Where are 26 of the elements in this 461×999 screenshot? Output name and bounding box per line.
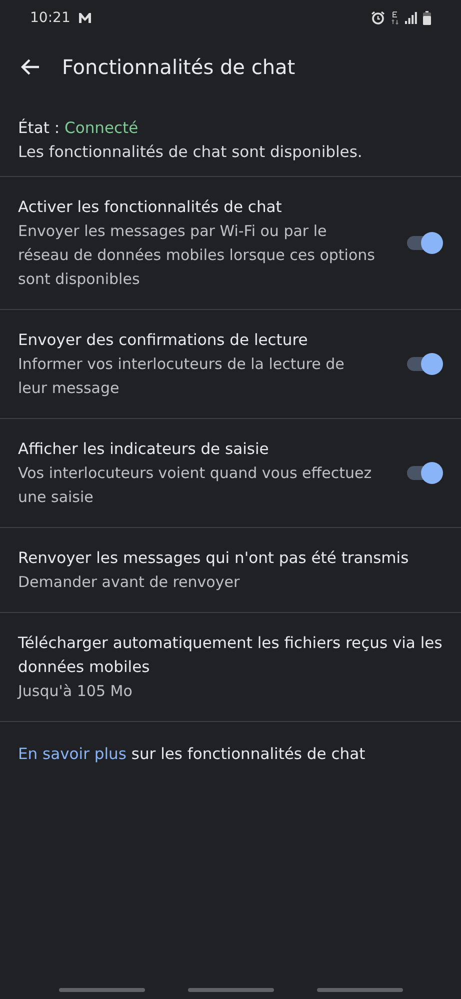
- battery-icon: [423, 11, 431, 25]
- status-label: État :: [18, 119, 60, 137]
- screen-title: Fonctionnalités de chat: [62, 55, 296, 79]
- setting-title: Renvoyer les messages qui n'ont pas été transmis: [18, 548, 410, 569]
- toggle-switch[interactable]: [405, 462, 443, 484]
- setting-title: Envoyer des confirmations de lecture: [18, 330, 309, 351]
- data-arrows-icon: [391, 11, 399, 25]
- setting-title: Télécharger automatiquement les fichiers reçus via les données mobiles: [18, 633, 443, 678]
- setting-subtitle: Jusqu'à 105 Mo: [18, 681, 134, 702]
- setting-subtitle: Informer vos interlocuteurs de la lecture de leur message: [18, 354, 346, 399]
- signal-icon: [405, 12, 417, 24]
- setting-subtitle: Demander avant de renvoyer: [18, 572, 241, 593]
- learn-more-text: En savoir plus sur les fonctionnalités de chat: [18, 744, 366, 765]
- setting-title: Afficher les indicateurs de saisie: [18, 439, 270, 460]
- setting-subtitle: Envoyer les messages par Wi-Fi ou par le réseau de données mobiles lorsque ces options sont disponibles: [18, 221, 376, 290]
- toggle-switch[interactable]: [405, 232, 443, 254]
- setting-subtitle: Vos interlocuteurs voient quand vous effectuez une saisie: [18, 463, 373, 508]
- learn-more-link[interactable]: En savoir plus: [18, 745, 126, 763]
- status-value: Connecté: [64, 119, 138, 137]
- toggle-switch[interactable]: [405, 353, 443, 375]
- status-description: Les fonctionnalités de chat sont disponibles.: [18, 142, 364, 163]
- setting-title: Activer les fonctionnalités de chat: [18, 197, 283, 218]
- alarm-icon: [371, 11, 385, 25]
- mail-icon: [78, 12, 92, 24]
- status-time: 10:21: [30, 10, 70, 26]
- back-arrow-icon[interactable]: [20, 58, 40, 76]
